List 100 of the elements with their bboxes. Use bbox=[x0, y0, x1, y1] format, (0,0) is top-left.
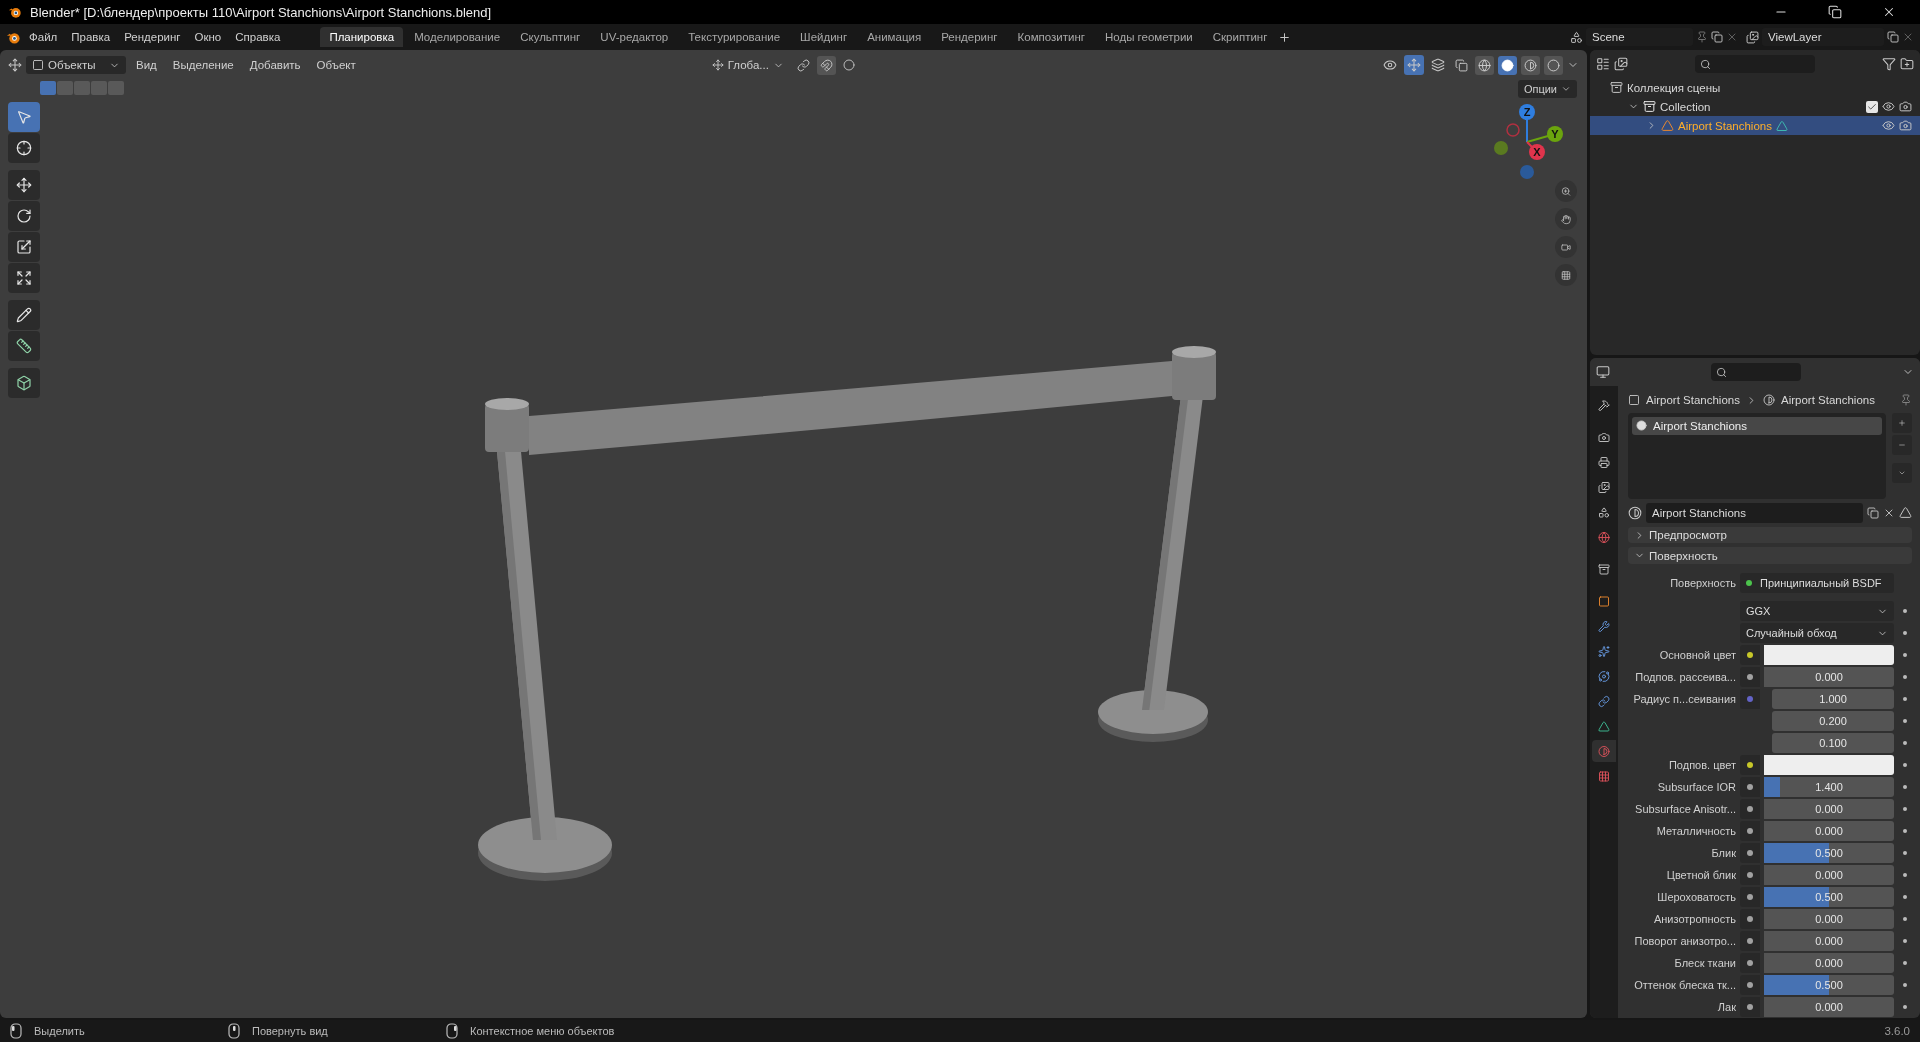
workspace-tab[interactable]: Рендеринг bbox=[932, 27, 1007, 47]
checkbox[interactable] bbox=[1866, 100, 1878, 113]
socket-button[interactable] bbox=[1740, 667, 1760, 687]
socket-button[interactable] bbox=[1740, 997, 1760, 1017]
copy-icon[interactable] bbox=[1887, 31, 1899, 43]
camera-icon[interactable] bbox=[1899, 119, 1912, 132]
outliner-label[interactable]: Airport Stanchions bbox=[1678, 119, 1772, 132]
tool-button[interactable] bbox=[8, 201, 40, 231]
socket-button[interactable] bbox=[1740, 645, 1760, 665]
color-field[interactable] bbox=[1764, 755, 1894, 775]
workspace-tab[interactable]: Текстурирование bbox=[679, 27, 790, 47]
number-field[interactable]: 1.400 bbox=[1764, 777, 1894, 797]
socket-button[interactable] bbox=[1740, 799, 1760, 819]
socket-button[interactable] bbox=[1740, 975, 1760, 995]
search-field[interactable] bbox=[1695, 55, 1815, 73]
keyframe-dot[interactable] bbox=[1903, 719, 1907, 723]
keyframe-dot[interactable] bbox=[1903, 675, 1907, 679]
tool-button[interactable] bbox=[8, 263, 40, 293]
menu-item[interactable]: Правка bbox=[65, 28, 117, 46]
keyframe-dot[interactable] bbox=[1903, 631, 1907, 635]
socket-button[interactable] bbox=[1740, 865, 1760, 885]
number-field[interactable]: 0.500 bbox=[1764, 887, 1894, 907]
dropdown[interactable]: GGX bbox=[1740, 601, 1894, 621]
shapes-icon[interactable] bbox=[1570, 30, 1583, 44]
keyframe-dot[interactable] bbox=[1903, 873, 1907, 877]
workspace-tab[interactable]: Планировка bbox=[320, 27, 404, 47]
search-field[interactable] bbox=[1711, 363, 1801, 381]
axis-handle[interactable]: Y bbox=[1547, 126, 1563, 142]
menu-item[interactable]: Справка bbox=[229, 28, 287, 46]
pin-icon[interactable] bbox=[1900, 394, 1912, 407]
workspace-tab[interactable]: Композитинг bbox=[1008, 27, 1094, 47]
keyframe-dot[interactable] bbox=[1903, 1005, 1907, 1009]
material-slot[interactable]: Airport Stanchions bbox=[1632, 416, 1882, 435]
socket-button[interactable] bbox=[1740, 887, 1760, 907]
editor-type-icon[interactable] bbox=[8, 58, 22, 72]
copy-icon[interactable] bbox=[1867, 506, 1879, 519]
workspace-tab[interactable]: UV-редактор bbox=[591, 27, 678, 47]
menu-item[interactable]: Объект bbox=[310, 56, 362, 74]
number-field[interactable]: 0.000 bbox=[1764, 931, 1894, 951]
number-field[interactable]: 0.000 bbox=[1764, 997, 1894, 1017]
tool-button[interactable] bbox=[8, 170, 40, 200]
images-icon[interactable] bbox=[1746, 30, 1759, 44]
number-field[interactable]: 0.500 bbox=[1764, 843, 1894, 863]
outliner-row[interactable]: Collection bbox=[1590, 97, 1920, 116]
socket-button[interactable] bbox=[1740, 953, 1760, 973]
orientation-dropdown[interactable]: Глоба... bbox=[705, 56, 790, 74]
workspace-tab[interactable]: Скульптинг bbox=[511, 27, 590, 47]
number-field[interactable]: 0.100 bbox=[1772, 733, 1894, 753]
close-icon[interactable] bbox=[1902, 31, 1914, 43]
tool-button[interactable] bbox=[8, 232, 40, 262]
outliner-label[interactable]: Collection bbox=[1660, 100, 1711, 113]
keyframe-dot[interactable] bbox=[1903, 851, 1907, 855]
socket-button[interactable] bbox=[1740, 777, 1760, 797]
keyframe-dot[interactable] bbox=[1903, 983, 1907, 987]
tool-button[interactable] bbox=[8, 300, 40, 330]
gizmo-toggle[interactable] bbox=[1404, 55, 1424, 75]
number-field[interactable]: 0.000 bbox=[1764, 909, 1894, 929]
tool-button[interactable] bbox=[8, 331, 40, 361]
snap-button[interactable] bbox=[816, 55, 836, 75]
socket-button[interactable] bbox=[1740, 821, 1760, 841]
pin-icon[interactable] bbox=[1696, 31, 1708, 43]
zoom-button[interactable] bbox=[1555, 180, 1577, 202]
eye-icon[interactable] bbox=[1882, 100, 1895, 113]
new-collection-icon[interactable] bbox=[1900, 57, 1914, 71]
dropdown[interactable]: Случайный обход bbox=[1740, 623, 1894, 643]
axis-handle[interactable]: X bbox=[1529, 144, 1545, 160]
shading-button[interactable] bbox=[1475, 55, 1494, 75]
display-mode-icon[interactable] bbox=[1614, 57, 1628, 71]
keyframe-dot[interactable] bbox=[1903, 961, 1907, 965]
menu-item[interactable]: Вид bbox=[130, 56, 163, 74]
shader-field[interactable]: Принципиальный BSDF bbox=[1740, 573, 1894, 593]
editor-type-icon[interactable] bbox=[1596, 365, 1610, 379]
number-field[interactable]: 1.000 bbox=[1772, 689, 1894, 709]
mode-dropdown[interactable]: Объекты bbox=[26, 56, 126, 74]
camera-icon[interactable] bbox=[1899, 100, 1912, 113]
scene-field[interactable]: Scene bbox=[1586, 28, 1693, 46]
number-field[interactable]: 0.200 bbox=[1772, 711, 1894, 731]
pan-button[interactable] bbox=[1555, 208, 1577, 230]
workspace-tab[interactable]: Ноды геометрии bbox=[1096, 27, 1202, 47]
number-field[interactable]: 0.000 bbox=[1764, 865, 1894, 885]
logo-icon[interactable] bbox=[8, 5, 22, 19]
perspective-button[interactable] bbox=[1555, 264, 1577, 286]
options-dropdown[interactable]: Опции bbox=[1517, 80, 1577, 98]
socket-button[interactable] bbox=[1740, 755, 1760, 775]
material-name-field[interactable]: Airport Stanchions bbox=[1646, 502, 1863, 523]
socket-button[interactable] bbox=[1740, 909, 1760, 929]
workspace-tab[interactable]: Моделирование bbox=[405, 27, 510, 47]
number-field[interactable]: 0.500 bbox=[1764, 975, 1894, 995]
workspace-tab[interactable]: Анимация bbox=[858, 27, 931, 47]
socket-button[interactable] bbox=[1740, 843, 1760, 863]
outliner-label[interactable]: Коллекция сцены bbox=[1627, 81, 1721, 94]
keyframe-dot[interactable] bbox=[1903, 939, 1907, 943]
number-field[interactable]: 0.000 bbox=[1764, 953, 1894, 973]
filter-icon[interactable] bbox=[1882, 57, 1896, 71]
keyframe-dot[interactable] bbox=[1903, 697, 1907, 701]
panel-header[interactable]: Поверхность bbox=[1628, 547, 1912, 564]
keyframe-dot[interactable] bbox=[1903, 917, 1907, 921]
add-icon[interactable] bbox=[1278, 30, 1292, 44]
material-icon[interactable] bbox=[1628, 505, 1642, 520]
panel-header[interactable]: Предпросмотр bbox=[1628, 526, 1912, 544]
